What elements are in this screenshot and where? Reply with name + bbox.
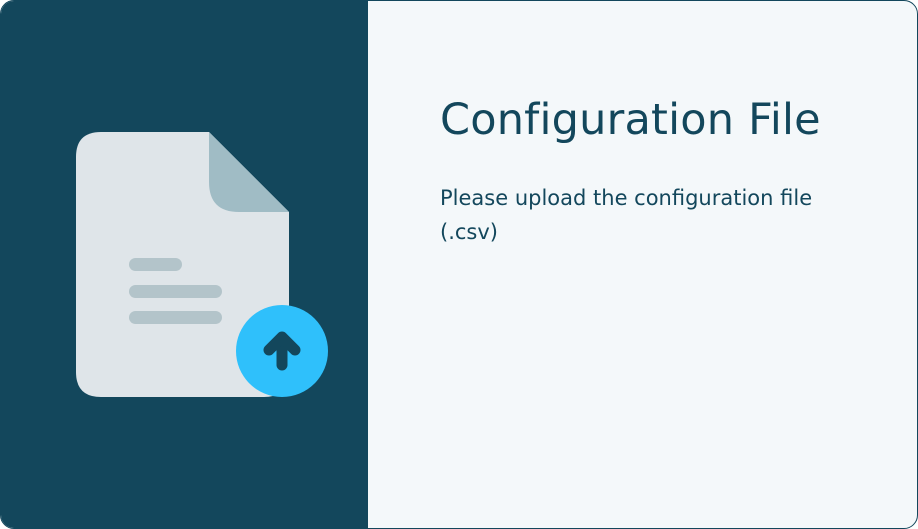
illustration-panel [1, 1, 368, 528]
document-line-3 [129, 311, 222, 324]
upload-dialog: Configuration File Please upload the con… [0, 0, 918, 529]
document-fold [209, 132, 289, 212]
content-panel: Configuration File Please upload the con… [368, 1, 917, 528]
document-line-2 [129, 285, 222, 298]
dialog-description: Please upload the configuration file (.c… [440, 186, 813, 244]
file-upload-icon [76, 132, 328, 397]
document-line-1 [129, 258, 182, 271]
upload-badge [236, 305, 328, 397]
dialog-title: Configuration File [440, 95, 821, 145]
